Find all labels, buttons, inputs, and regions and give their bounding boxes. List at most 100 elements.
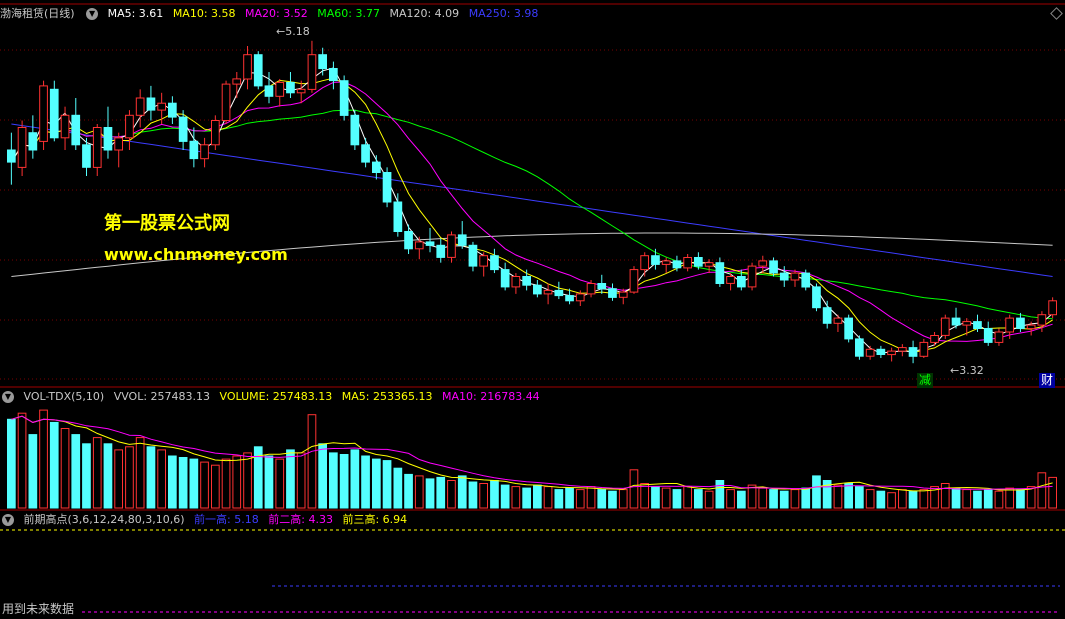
candle [704,259,714,274]
volume-bar [554,489,564,509]
candle-body [715,262,725,285]
candle [457,221,467,249]
volume-bar [500,484,510,509]
candle-body [200,144,209,160]
volume-bar [479,483,488,509]
volume-bar [844,483,853,509]
candle [425,228,435,253]
candle-body [189,140,199,160]
volume-bar [28,434,38,509]
volume-bars [7,409,1058,509]
volume-bar [425,478,435,509]
volume-bar [973,490,982,509]
volume-bar [865,489,875,509]
arrow-left-icon: ← [950,364,960,377]
volume-bar [49,421,59,509]
chevron-down-icon[interactable]: ▼ [86,8,99,20]
volume-bar [1016,489,1025,509]
candle [264,72,274,104]
candle-body [618,291,628,298]
volume-bar [211,464,220,509]
candle [92,124,102,176]
candle [962,318,972,336]
volume-bar [661,487,671,509]
ma20-label: MA20: 3.52 [245,7,308,20]
volume-bar [586,486,596,509]
candle [898,344,907,357]
stock-name[interactable]: 渤海租赁(日线) [0,7,75,20]
chevron-down-icon[interactable]: ▼ [2,514,14,526]
candle [146,85,156,121]
volume-bar [779,490,789,509]
volume-bar [565,487,574,509]
ma10-label: MA10: 3.58 [172,7,236,20]
candle-body [286,81,295,94]
candle-body [1026,324,1036,330]
candle-body [726,276,735,284]
candle [683,254,692,272]
candle [329,61,338,90]
volume-bar [361,455,370,509]
candle-body [468,244,478,267]
ma120-label: MA120: 4.09 [389,7,460,20]
candle [307,40,317,93]
volume-bar [597,489,607,509]
candle-body [264,85,274,97]
volume-info-bar: ▼ VOL-TDX(5,10) VVOL: 257483.13 VOLUME: … [0,389,546,405]
finance-tag[interactable]: 财 [1039,373,1056,388]
candle-body [779,272,789,281]
candle [629,266,639,294]
volume-bar [1048,476,1058,509]
candle-body [511,276,521,288]
candle [125,110,134,150]
indicator-name[interactable]: 前期高点(3,6,12,24,80,3,10,6) [24,513,185,526]
candle-body [865,348,875,357]
volume-bar [189,458,199,509]
volume-ma10-line [11,415,1053,490]
reduction-tag[interactable]: 减 [917,373,934,388]
candle-body [565,295,574,302]
prev-high-2: 前二高: 4.33 [268,513,333,526]
candle [887,347,896,362]
volume-bar [329,452,338,509]
volume-bar [801,487,811,509]
candle [833,314,843,332]
candle-body [447,234,456,258]
candle [672,255,682,272]
volume-label: VOLUME: 257483.13 [219,390,333,403]
candle-body [168,102,177,118]
candle [382,167,392,208]
volume-bar [769,489,778,509]
candle-body [307,54,317,90]
candle [275,78,285,107]
volume-bar [178,457,188,509]
chevron-down-icon[interactable]: ▼ [2,391,14,403]
volume-bar [651,486,660,509]
volume-bar [200,461,209,509]
candle-body [887,350,896,356]
candle-body [575,293,585,302]
candle [232,72,242,98]
candle [543,283,553,305]
candle-body [372,161,381,174]
candle-body [737,276,746,288]
volume-bar [275,458,285,509]
volume-bar [887,492,896,509]
candle [447,231,456,263]
candle-body [157,102,167,111]
volume-bar [908,490,918,509]
candle [372,155,381,180]
candle-body [983,328,993,343]
volume-bar [833,484,843,509]
candle-body [318,54,327,70]
ma5-label: MA5: 3.61 [107,7,164,20]
candle [49,80,59,142]
watermark-url: www.chnmoney.com [104,245,288,264]
vol-ma10-label: MA10: 216783.44 [441,390,540,403]
price-info-bar: 渤海租赁(日线) ▼ MA5: 3.61 MA10: 3.58 MA20: 3.… [0,6,544,22]
vol-indicator-name[interactable]: VOL-TDX(5,10) [24,390,105,403]
volume-bar [350,449,360,509]
candle-body [940,317,950,336]
candle-body [973,321,982,330]
candle-body [82,144,91,168]
